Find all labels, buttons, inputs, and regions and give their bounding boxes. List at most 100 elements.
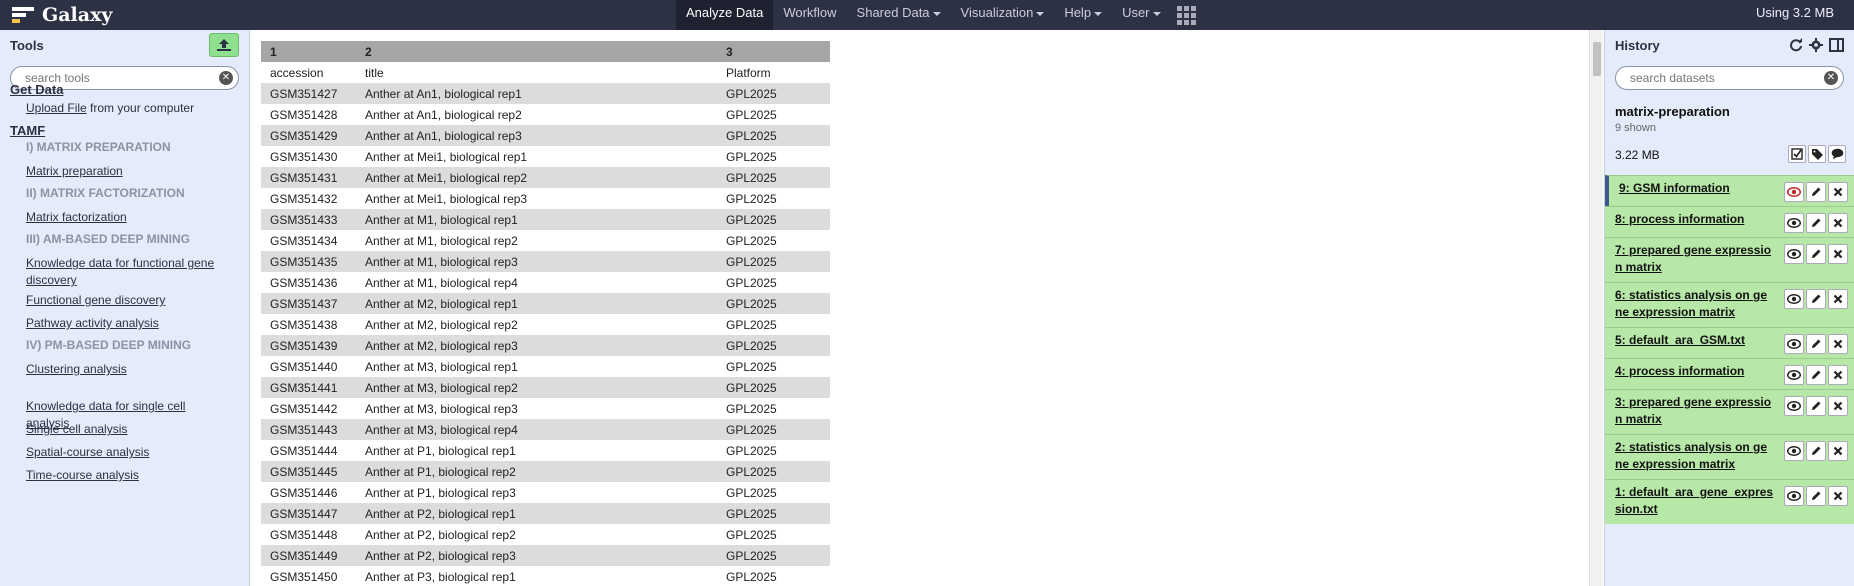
clear-search-icon[interactable]: ✕ — [219, 71, 233, 85]
dataset-title[interactable]: 4: process information — [1615, 363, 1774, 380]
upload-button[interactable] — [209, 33, 239, 57]
view-dataset-button[interactable] — [1784, 213, 1804, 233]
upload-file-tool[interactable]: Upload File from your computer — [26, 100, 226, 117]
dataset-title[interactable]: 3: prepared gene expression matrix — [1615, 394, 1774, 428]
column-name: Platform — [717, 62, 830, 83]
edit-dataset-button[interactable] — [1806, 244, 1826, 264]
delete-dataset-button[interactable] — [1828, 396, 1848, 416]
edit-dataset-button[interactable] — [1806, 486, 1826, 506]
center-scrollbar[interactable] — [1589, 30, 1603, 586]
nav-visualization[interactable]: Visualization — [951, 0, 1055, 30]
tamf-section[interactable]: TAMF — [10, 123, 45, 138]
edit-dataset-button[interactable] — [1806, 334, 1826, 354]
close-icon — [1833, 249, 1843, 259]
view-dataset-button[interactable] — [1784, 334, 1804, 354]
brand[interactable]: Galaxy — [12, 2, 112, 28]
tool-link[interactable]: Functional gene discovery — [26, 292, 226, 309]
edit-dataset-button[interactable] — [1806, 396, 1826, 416]
quota-meter[interactable]: Using 3.2 MB — [1756, 0, 1834, 26]
dataset-item[interactable]: 5: default_ara_GSM.txt — [1605, 327, 1854, 358]
nav-workflow[interactable]: Workflow — [773, 0, 846, 30]
dataset-title[interactable]: 8: process information — [1615, 211, 1774, 228]
columns-icon[interactable] — [1829, 38, 1844, 52]
get-data-section[interactable]: Get Data — [10, 82, 63, 97]
delete-dataset-button[interactable] — [1828, 213, 1848, 233]
dataset-item[interactable]: 3: prepared gene expression matrix — [1605, 389, 1854, 434]
view-dataset-button[interactable] — [1784, 182, 1804, 202]
table-row: GSM351430 Anther at Mei1, biological rep1… — [261, 146, 830, 167]
tool-link[interactable]: Matrix factorization — [26, 209, 226, 226]
table-row: GSM351435 Anther at M1, biological rep3 GP… — [261, 251, 830, 272]
delete-dataset-button[interactable] — [1828, 182, 1848, 202]
edit-dataset-button[interactable] — [1806, 365, 1826, 385]
view-dataset-button[interactable] — [1784, 365, 1804, 385]
dataset-item[interactable]: 9: GSM information — [1605, 175, 1854, 206]
delete-dataset-button[interactable] — [1828, 486, 1848, 506]
tool-link[interactable]: Clustering analysis — [26, 361, 226, 378]
dataset-title[interactable]: 9: GSM information — [1619, 180, 1774, 197]
dataset-item[interactable]: 2: statistics analysis on gene expressio… — [1605, 434, 1854, 479]
dataset-title[interactable]: 1: default_ara_gene_expression.txt — [1615, 484, 1774, 518]
apps-grid-icon[interactable] — [1171, 0, 1203, 30]
table-cell: Anther at An1, biological rep1 — [356, 83, 717, 104]
dataset-item[interactable]: 4: process information — [1605, 358, 1854, 389]
delete-dataset-button[interactable] — [1828, 441, 1848, 461]
tool-link[interactable]: Pathway activity analysis — [26, 315, 226, 332]
tool-link[interactable]: Time-course analysis — [26, 467, 226, 484]
annotation-button[interactable] — [1828, 145, 1846, 163]
dataset-title[interactable]: 7: prepared gene expression matrix — [1615, 242, 1774, 276]
dataset-buttons — [1784, 365, 1848, 385]
view-dataset-button[interactable] — [1784, 486, 1804, 506]
table-cell: GSM351436 — [261, 272, 356, 293]
nav-help[interactable]: Help — [1054, 0, 1112, 30]
edit-dataset-button[interactable] — [1806, 289, 1826, 309]
refresh-icon[interactable] — [1789, 38, 1803, 52]
nav-shared-data[interactable]: Shared Data — [847, 0, 951, 30]
table-row: GSM351427 Anther at An1, biological rep1 G… — [261, 83, 830, 104]
edit-dataset-button[interactable] — [1806, 441, 1826, 461]
clear-search-icon[interactable]: ✕ — [1824, 71, 1838, 85]
history-search-input[interactable] — [1616, 67, 1843, 89]
view-dataset-button[interactable] — [1784, 441, 1804, 461]
tool-link[interactable]: Spatial-course analysis — [26, 444, 226, 461]
dataset-buttons — [1784, 486, 1848, 506]
scrollbar-thumb[interactable] — [1593, 42, 1601, 76]
tags-button[interactable] — [1808, 145, 1826, 163]
edit-dataset-button[interactable] — [1806, 213, 1826, 233]
history-name[interactable]: matrix-preparation — [1615, 104, 1730, 119]
table-cell: GPL2025 — [717, 104, 830, 125]
upload-file-link[interactable]: Upload File — [26, 101, 87, 115]
dataset-title[interactable]: 2: statistics analysis on gene expressio… — [1615, 439, 1774, 473]
nav-label: Visualization — [960, 5, 1034, 20]
view-dataset-button[interactable] — [1784, 244, 1804, 264]
column-number-row: 1 2 3 — [261, 41, 830, 62]
nav-analyze-data[interactable]: Analyze Data — [676, 0, 774, 30]
view-dataset-button[interactable] — [1784, 396, 1804, 416]
dataset-item[interactable]: 8: process information — [1605, 206, 1854, 237]
nav-label: Analyze Data — [686, 5, 764, 20]
delete-dataset-button[interactable] — [1828, 289, 1848, 309]
masthead: Galaxy Analyze Data Workflow Shared Data Vi… — [0, 0, 1854, 30]
table-cell: GSM351440 — [261, 356, 356, 377]
dataset-item[interactable]: 7: prepared gene expression matrix — [1605, 237, 1854, 282]
caret-down-icon — [932, 11, 941, 16]
nav-user[interactable]: User — [1112, 0, 1170, 30]
delete-dataset-button[interactable] — [1828, 244, 1848, 264]
close-icon — [1833, 218, 1843, 228]
dataset-item[interactable]: 1: default_ara_gene_expression.txt — [1605, 479, 1854, 524]
delete-dataset-button[interactable] — [1828, 334, 1848, 354]
tool-link-label: Clustering analysis — [26, 362, 127, 376]
caret-down-icon — [1152, 11, 1161, 16]
dataset-title[interactable]: 6: statistics analysis on gene expressio… — [1615, 287, 1774, 321]
delete-dataset-button[interactable] — [1828, 365, 1848, 385]
gear-icon[interactable] — [1809, 38, 1823, 52]
dataset-title[interactable]: 5: default_ara_GSM.txt — [1615, 332, 1774, 349]
dataset-item[interactable]: 6: statistics analysis on gene expressio… — [1605, 282, 1854, 327]
view-dataset-button[interactable] — [1784, 289, 1804, 309]
edit-dataset-button[interactable] — [1806, 182, 1826, 202]
tool-link[interactable]: Single cell analysis — [26, 421, 226, 438]
main-nav: Analyze Data Workflow Shared Data Visualiza… — [676, 0, 1203, 30]
select-items-button[interactable] — [1788, 145, 1806, 163]
tool-link[interactable]: Matrix preparation — [26, 163, 226, 180]
tool-link[interactable]: Knowledge data for functional gene disco… — [26, 255, 226, 289]
